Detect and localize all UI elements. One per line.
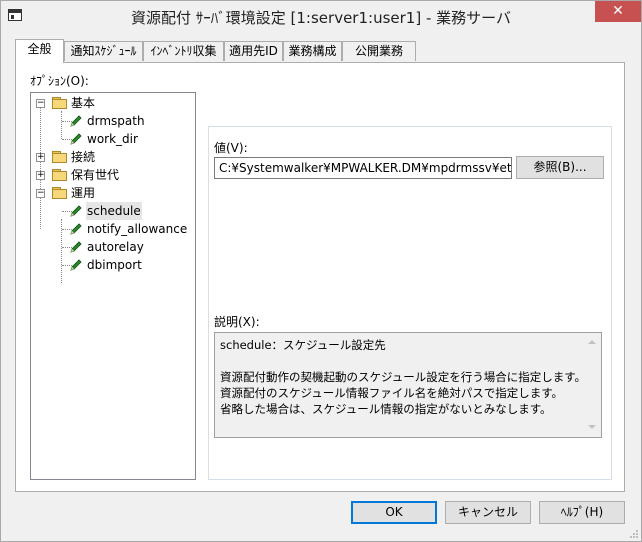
description-box[interactable]: schedule：スケジュール設定先 資源配付動作の契機起動のスケジュール設定を… xyxy=(214,332,602,438)
pencil-icon xyxy=(70,115,82,127)
expand-icon[interactable]: + xyxy=(36,171,45,180)
tab-target-id[interactable]: 適用先ID xyxy=(224,41,283,61)
scroll-up-icon[interactable] xyxy=(588,340,596,344)
options-tree[interactable]: − 基本 drmspath work_dir + 接続 + 保有世代 − 運用 … xyxy=(30,92,196,480)
collapse-icon[interactable]: − xyxy=(36,189,45,198)
window-title: 資源配付 ｻｰﾊﾞ環境設定 [1:server1:user1] - 業務サーバ xyxy=(131,9,511,27)
tab-public-business[interactable]: 公開業務 xyxy=(342,41,416,61)
dialog-window: 資源配付 ｻｰﾊﾞ環境設定 [1:server1:user1] - 業務サーバ … xyxy=(0,0,642,542)
pencil-icon xyxy=(70,259,82,271)
cancel-button[interactable]: キャンセル xyxy=(445,501,531,524)
help-button[interactable]: ﾍﾙﾌﾟ(H) xyxy=(539,501,625,524)
pencil-icon xyxy=(70,241,82,253)
folder-icon xyxy=(52,151,68,163)
pencil-icon xyxy=(70,205,82,217)
description-line: 資源配付のスケジュール情報ファイル名を絶対パスで指定します。 xyxy=(220,386,564,400)
options-label: ｵﾌﾟｼｮﾝ(O): xyxy=(30,74,89,88)
tab-inventory[interactable]: ｲﾝﾍﾞﾝﾄﾘ収集 xyxy=(143,41,224,61)
tree-folder-generations[interactable]: + 保有世代 xyxy=(36,166,186,184)
value-label: 値(V): xyxy=(214,141,248,155)
collapse-icon[interactable]: − xyxy=(36,99,45,108)
tree-folder-operation[interactable]: − 運用 xyxy=(36,184,186,202)
resize-grip-icon[interactable] xyxy=(629,529,639,539)
folder-icon xyxy=(52,169,68,181)
tree-folder-connection[interactable]: + 接続 xyxy=(36,148,186,166)
description-scrollbar[interactable] xyxy=(584,333,601,437)
tab-notify-schedule[interactable]: 通知ｽｹｼﾞｭｰﾙ xyxy=(64,41,143,61)
ok-button[interactable]: OK xyxy=(351,501,437,524)
folder-icon xyxy=(52,187,68,199)
description-line: 資源配付動作の契機起動のスケジュール設定を行う場合に指定します。 xyxy=(220,370,587,384)
general-panel: ｵﾌﾟｼｮﾝ(O): − 基本 drmspath work_dir + 接続 +… xyxy=(15,62,625,492)
description-label: 説明(X): xyxy=(214,315,260,329)
title-bar[interactable]: 資源配付 ｻｰﾊﾞ環境設定 [1:server1:user1] - 業務サーバ … xyxy=(1,1,641,31)
pencil-icon xyxy=(70,223,82,235)
description-line: 省略した場合は、スケジュール情報の指定がないとみなします。 xyxy=(220,402,552,416)
scroll-down-icon[interactable] xyxy=(588,425,596,429)
tab-business-config[interactable]: 業務構成 xyxy=(283,41,342,61)
expand-icon[interactable]: + xyxy=(36,153,45,162)
pencil-icon xyxy=(70,133,82,145)
tree-folder-basic[interactable]: − 基本 xyxy=(36,94,186,112)
close-button[interactable]: ✕ xyxy=(595,1,641,22)
tab-general[interactable]: 全般 xyxy=(15,39,64,63)
browse-button[interactable]: 参照(B)... xyxy=(516,156,604,179)
value-input[interactable]: C:¥Systemwalker¥MPWALKER.DM¥mpdrmssv¥etc xyxy=(214,157,512,179)
description-heading: schedule：スケジュール設定先 xyxy=(220,338,386,352)
folder-icon xyxy=(52,97,68,109)
